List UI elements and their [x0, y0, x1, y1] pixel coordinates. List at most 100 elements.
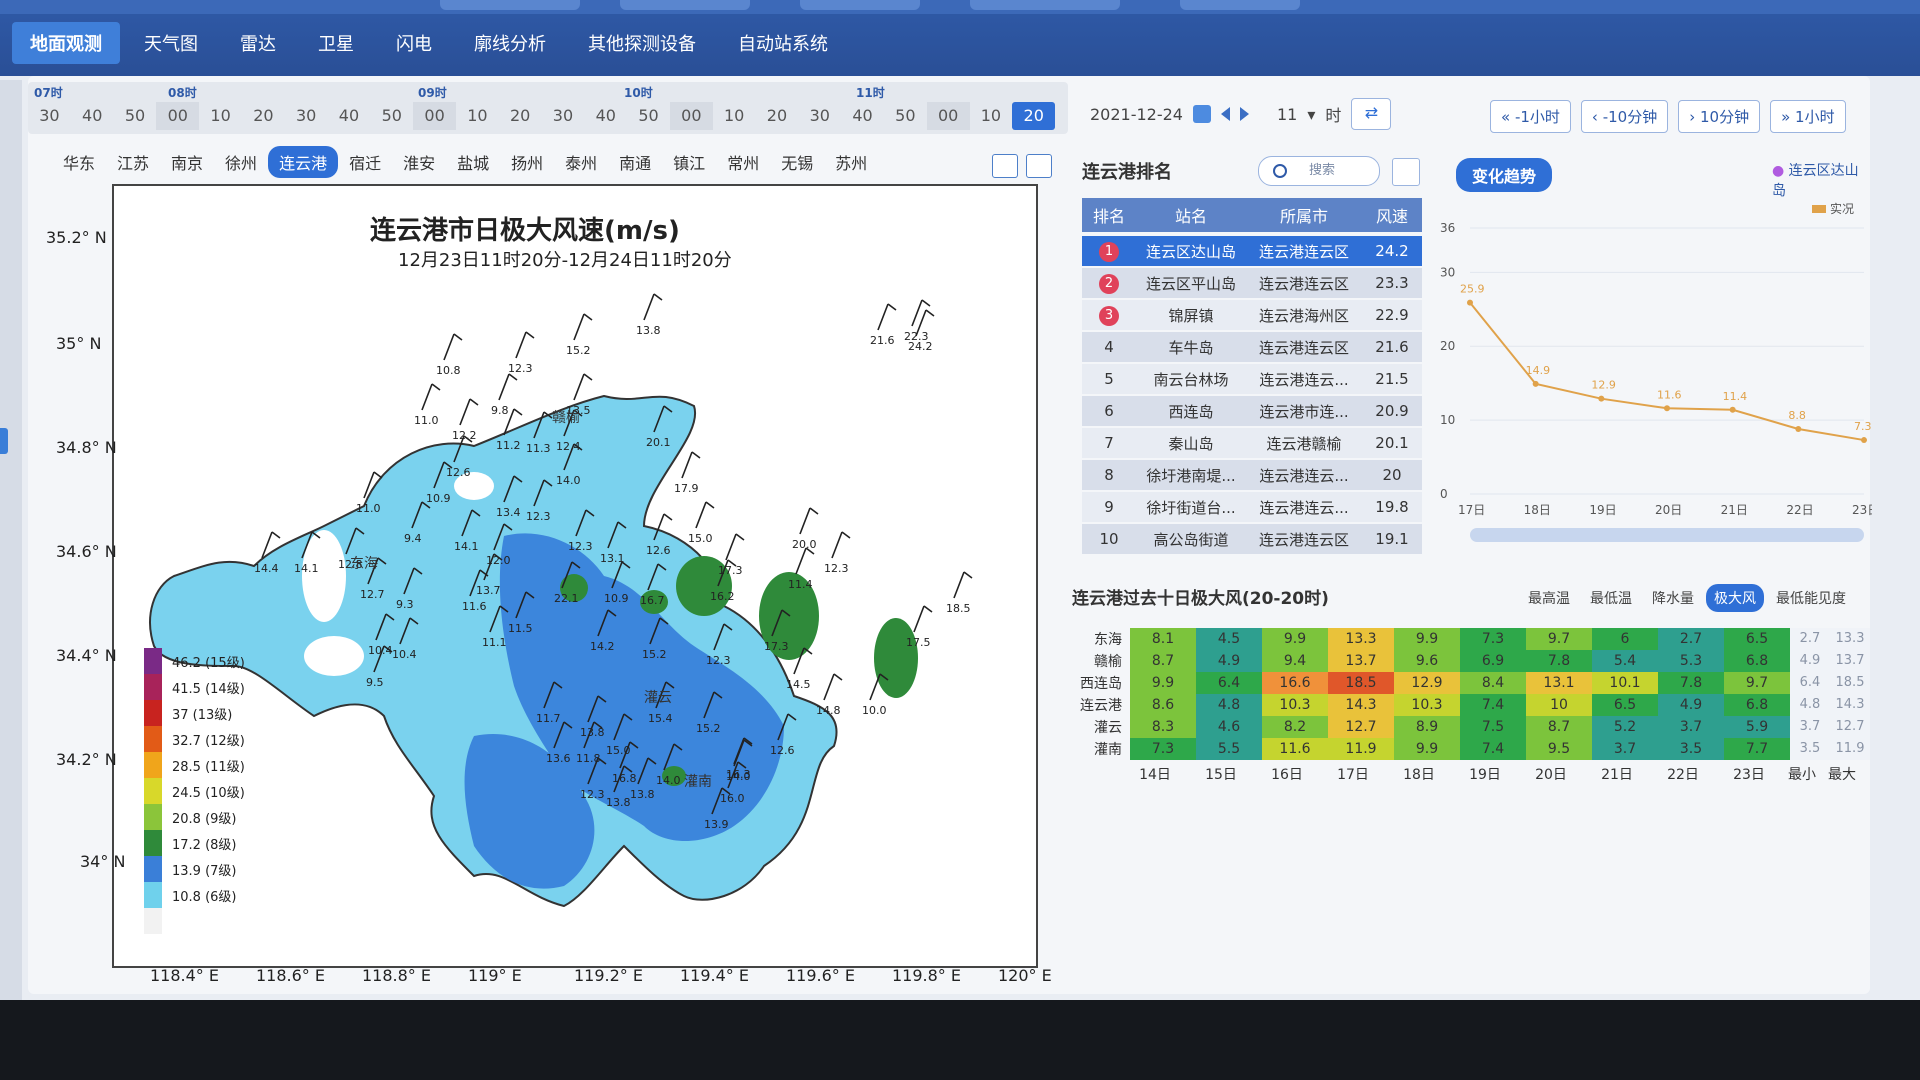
download-icon[interactable]: [1392, 158, 1420, 186]
timeline-hour-label: 10时: [624, 86, 653, 100]
ranking-row[interactable]: 2 连云区平山岛 连云港连云区 23.3: [1082, 268, 1422, 298]
city-tab[interactable]: 泰州: [554, 146, 608, 178]
nav-item-1[interactable]: 天气图: [126, 22, 216, 64]
heatmap-min-cell: 3.5: [1790, 738, 1830, 760]
nav-item-4[interactable]: 闪电: [378, 22, 450, 64]
timeline-tick[interactable]: 00: [926, 102, 970, 130]
ranking-row[interactable]: 4 车牛岛 连云港连云区 21.6: [1082, 332, 1422, 362]
timeline-tick[interactable]: 30: [542, 102, 585, 130]
timeline-tick[interactable]: 30: [28, 102, 71, 130]
timeline-tick[interactable]: 20: [499, 102, 542, 130]
wind-cell: 19.1: [1375, 530, 1409, 548]
edit-icon[interactable]: [992, 154, 1018, 178]
ranking-row[interactable]: 8 徐圩港南堤... 连云港连云... 20: [1082, 460, 1422, 490]
next-arrow-icon[interactable]: [1239, 107, 1249, 121]
city-tab[interactable]: 淮安: [392, 146, 446, 178]
nav-item-7[interactable]: 自动站系统: [720, 22, 846, 64]
ranking-row[interactable]: 7 秦山岛 连云港赣榆 20.1: [1082, 428, 1422, 458]
calendar-icon[interactable]: [1192, 105, 1211, 123]
legend-swatch: [144, 804, 162, 830]
timeline-tick[interactable]: 40: [328, 102, 371, 130]
nav-item-3[interactable]: 卫星: [300, 22, 372, 64]
trend-scrollbar[interactable]: [1470, 528, 1864, 542]
ranking-row[interactable]: 9 徐圩街道台... 连云港连云... 19.8: [1082, 492, 1422, 522]
city-tab[interactable]: 盐城: [446, 146, 500, 178]
timeline-tick[interactable]: 20: [1012, 102, 1056, 130]
nav-item-5[interactable]: 廓线分析: [456, 22, 564, 64]
timeline-tick[interactable]: 30: [798, 102, 841, 130]
city-tab[interactable]: 无锡: [770, 146, 824, 178]
time-step-button[interactable]: › 10分钟: [1678, 100, 1761, 133]
ranking-header-cell[interactable]: 风速: [1362, 203, 1422, 227]
heatmap-tab[interactable]: 最低能见度: [1768, 584, 1854, 612]
city-tab[interactable]: 华东: [52, 146, 106, 178]
timeline-tick[interactable]: 40: [584, 102, 627, 130]
city-tab[interactable]: 江苏: [106, 146, 160, 178]
search-input[interactable]: 搜索: [1258, 156, 1380, 186]
ranking-row[interactable]: 5 南云台林场 连云港连云... 21.5: [1082, 364, 1422, 394]
map-tool-icons: [992, 154, 1052, 178]
city-tab[interactable]: 常州: [716, 146, 770, 178]
ranking-row[interactable]: 3 锦屏镇 连云港海州区 22.9: [1082, 300, 1422, 330]
station-name-cell: 连云区平山岛: [1145, 274, 1236, 293]
heatmap-tab[interactable]: 最低温: [1582, 584, 1640, 612]
timeline-tick[interactable]: 20: [756, 102, 799, 130]
time-step-button[interactable]: « -1小时: [1490, 100, 1571, 133]
city-tab[interactable]: 镇江: [662, 146, 716, 178]
left-sidebar-edge[interactable]: [0, 80, 22, 1000]
nav-item-0[interactable]: 地面观测: [12, 22, 120, 64]
station-value: 15.0: [688, 532, 713, 545]
timeline-tick[interactable]: 10: [713, 102, 756, 130]
timeline-tick[interactable]: 40: [841, 102, 884, 130]
wind-barb-staff: [498, 373, 510, 401]
heatmap-cell: 8.3: [1130, 716, 1196, 738]
timeline-tick[interactable]: 50: [370, 102, 413, 130]
hour-select[interactable]: 11: [1277, 105, 1297, 124]
station-value: 12.3: [568, 540, 593, 553]
city-tab[interactable]: 扬州: [500, 146, 554, 178]
timeline-bar[interactable]: 07时 08时 09时 10时 11时 30 40 50 00 10 20 30 40 50 00 10 20…: [28, 82, 1068, 134]
city-tab[interactable]: 南京: [160, 146, 214, 178]
nav-item-2[interactable]: 雷达: [222, 22, 294, 64]
ranking-header-cell: 所属市: [1279, 207, 1328, 226]
timeline-tick[interactable]: 50: [114, 102, 157, 130]
district-cell: 连云港赣榆: [1266, 434, 1342, 453]
step-label: -1小时: [1514, 108, 1560, 126]
timeline-tick[interactable]: 40: [71, 102, 114, 130]
station-value: 20.1: [646, 436, 671, 449]
place-label: 灌云: [644, 690, 672, 706]
timeline-tick[interactable]: 00: [413, 102, 456, 130]
time-step-button[interactable]: ‹ -10分钟: [1580, 100, 1669, 133]
step-arrow-icon: ‹: [1591, 108, 1603, 126]
heatmap-tab[interactable]: 极大风: [1706, 584, 1764, 612]
nav-item-6[interactable]: 其他探测设备: [570, 22, 714, 64]
timeline-tick[interactable]: 00: [156, 102, 200, 130]
timeline-tick[interactable]: 50: [884, 102, 927, 130]
heatmap-tab[interactable]: 最高温: [1520, 584, 1578, 612]
city-tab[interactable]: 宿迁: [338, 146, 392, 178]
timeline-tick[interactable]: 10: [970, 102, 1013, 130]
station-value: 12.6: [446, 466, 471, 479]
hour-dropdown-icon[interactable]: ▾: [1307, 105, 1315, 124]
city-tab[interactable]: 苏州: [824, 146, 878, 178]
city-tab[interactable]: 连云港: [268, 146, 339, 178]
save-icon[interactable]: [1026, 154, 1052, 178]
timeline-tick[interactable]: 00: [669, 102, 713, 130]
station-value: 14.8: [816, 704, 841, 717]
date-display[interactable]: 2021-12-24: [1090, 105, 1183, 124]
city-tab[interactable]: 徐州: [214, 146, 268, 178]
prev-arrow-icon[interactable]: [1220, 107, 1230, 121]
loop-icon[interactable]: ⇄: [1351, 98, 1392, 130]
ranking-row[interactable]: 6 西连岛 连云港市连... 20.9: [1082, 396, 1422, 426]
heatmap-row: 灌云 8.3 4.6 8.2 12.7 8.9 7.5 8.7 5.2 3.7 5.9 3.7 12.7: [1060, 716, 1870, 738]
timeline-tick[interactable]: 20: [242, 102, 285, 130]
time-step-button[interactable]: » 1小时: [1770, 100, 1846, 133]
timeline-tick[interactable]: 10: [199, 102, 242, 130]
city-tab[interactable]: 南通: [608, 146, 662, 178]
timeline-tick[interactable]: 30: [285, 102, 328, 130]
timeline-tick[interactable]: 10: [456, 102, 499, 130]
ranking-row[interactable]: 10 高公岛街道 连云港连云区 19.1: [1082, 524, 1422, 554]
timeline-tick[interactable]: 50: [627, 102, 670, 130]
heatmap-tab[interactable]: 降水量: [1644, 584, 1702, 612]
ranking-row[interactable]: 1 连云区达山岛 连云港连云区 24.2: [1082, 236, 1422, 266]
